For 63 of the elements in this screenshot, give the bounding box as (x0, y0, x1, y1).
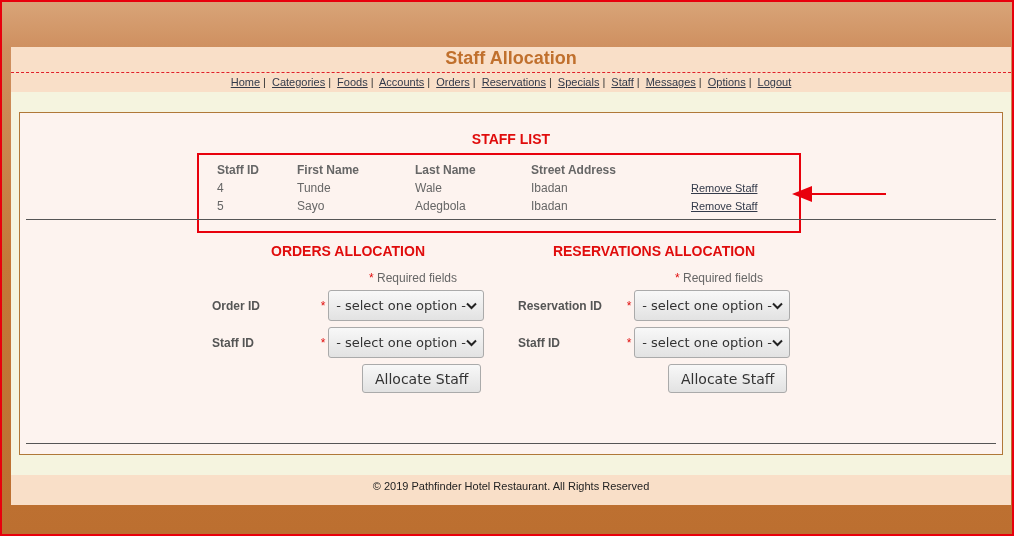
column-header: Last Name (415, 161, 531, 179)
table-cell-text: Wale (415, 180, 443, 197)
section-heading: STAFF LIST (470, 131, 552, 147)
required-mark: * (674, 271, 680, 285)
option-select[interactable]: - select one option - (634, 327, 790, 358)
table-cell: Ibadan (531, 197, 691, 215)
section-heading: ORDERS ALLOCATION (270, 243, 426, 259)
nav-link[interactable]: Foods (337, 76, 368, 88)
allocate-staff-button[interactable]: Allocate Staff (362, 364, 482, 393)
table-cell: Sayo (297, 197, 415, 215)
field-label: Reservation ID (518, 298, 604, 313)
table-cell: Tunde (297, 179, 415, 197)
chevron-down-icon (772, 338, 783, 347)
chevron-down-icon (466, 338, 477, 347)
remove-staff-link[interactable]: Remove Staff (691, 200, 758, 212)
column-header: First Name (297, 161, 415, 179)
remove-staff-link[interactable]: Remove Staff (691, 182, 758, 194)
separator: | (328, 76, 332, 88)
separator: | (636, 76, 640, 88)
nav-link[interactable]: Options (707, 76, 746, 88)
nav-link[interactable]: Messages (645, 76, 696, 88)
separator: | (472, 76, 476, 88)
separator: | (263, 76, 266, 88)
column-header: Staff ID (217, 161, 297, 179)
table-cell: Ibadan (531, 179, 691, 197)
required-mark: * (626, 335, 633, 350)
field-label: Staff ID (212, 335, 255, 350)
separator: | (548, 76, 552, 88)
nav-link[interactable]: Accounts (379, 76, 425, 88)
column-header: Street Address (531, 162, 617, 179)
separator: | (748, 76, 752, 88)
required-mark: * (320, 335, 327, 350)
option-select[interactable]: - select one option - (328, 290, 484, 321)
option-select[interactable]: - select one option - (328, 327, 484, 358)
table-cell: 4 (217, 179, 297, 197)
required-mark: * (368, 271, 374, 285)
table-cell-text: Adegbola (415, 198, 467, 215)
nav-link[interactable]: Staff (611, 76, 634, 88)
nav-link[interactable]: Specials (557, 76, 600, 88)
chevron-down-icon (466, 301, 477, 310)
nav-link[interactable]: Logout (757, 76, 792, 88)
separator: | (427, 76, 431, 88)
arrow-icon (792, 186, 888, 202)
nav-link[interactable]: Orders (436, 76, 470, 88)
nav-link[interactable]: Categories (272, 76, 326, 88)
nav-link[interactable]: Reservations (481, 76, 546, 88)
chevron-down-icon (772, 301, 783, 310)
field-label: Order ID (212, 298, 261, 313)
separator: | (370, 76, 374, 88)
allocate-staff-button[interactable]: Allocate Staff (668, 364, 788, 393)
required-note: Required fields (377, 271, 458, 285)
field-label: Staff ID (518, 335, 561, 350)
option-select[interactable]: - select one option - (634, 290, 790, 321)
required-mark: * (626, 298, 633, 313)
separator: | (602, 76, 606, 88)
required-mark: * (320, 298, 327, 313)
separator: | (698, 76, 702, 88)
table-cell: 5 (217, 197, 297, 215)
footer-text: © 2019 Pathfinder Hotel Restaurant. All Rights Reserved (11, 475, 1011, 505)
section-heading: RESERVATIONS ALLOCATION (551, 243, 757, 259)
page-title: Staff Allocation (11, 47, 1011, 73)
required-note: Required fields (683, 271, 764, 285)
nav-link[interactable]: Home (230, 76, 261, 88)
